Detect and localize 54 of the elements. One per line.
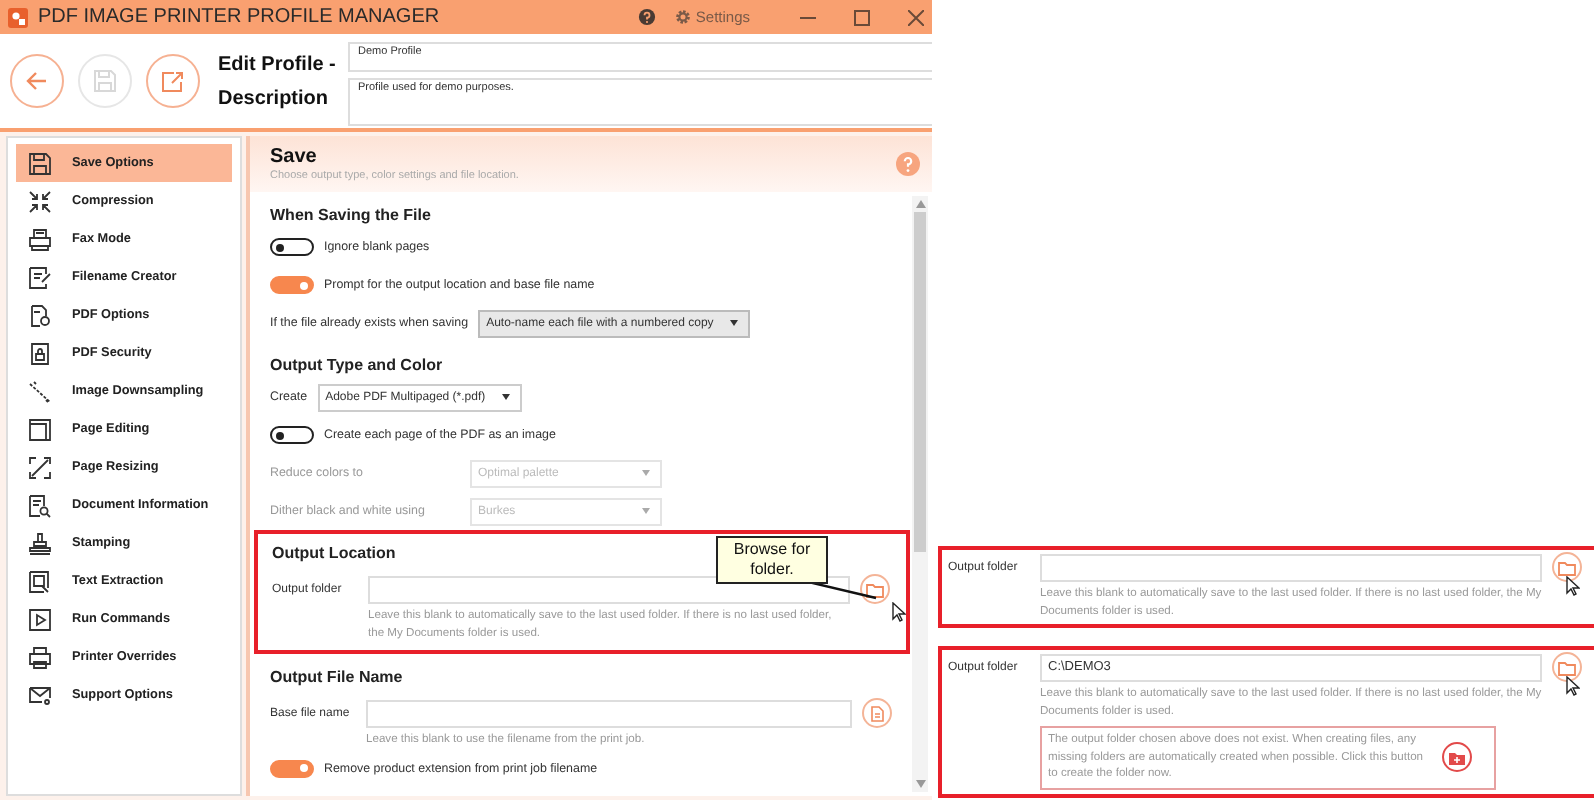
maximize-icon[interactable] — [854, 9, 870, 25]
folder-path-field[interactable] — [1040, 553, 1542, 581]
folder-icon — [1557, 559, 1575, 575]
back-arrow-icon — [24, 68, 50, 94]
play-icon — [28, 607, 52, 631]
toggle-switch[interactable] — [270, 276, 314, 294]
back-arrow-button[interactable] — [10, 54, 64, 108]
printer-icon — [28, 645, 52, 669]
cursor-icon — [892, 602, 906, 622]
caret-icon — [642, 508, 650, 514]
document-pen-icon — [28, 265, 52, 289]
field-label: Description — [218, 87, 331, 109]
tooltip: Browse for folder. — [716, 536, 828, 584]
file-name-field[interactable] — [366, 699, 852, 727]
compress-arrows-icon — [28, 189, 52, 213]
section-title: Output File Name — [270, 666, 403, 690]
caret-icon — [501, 394, 510, 400]
toggle-switch[interactable] — [270, 759, 314, 777]
gear-icon — [673, 8, 692, 26]
resize-arrows-icon — [28, 455, 52, 479]
envelope-icon — [28, 683, 52, 707]
panel-title: Save — [270, 146, 319, 168]
app-logo-icon — [8, 7, 28, 27]
file-button[interactable] — [861, 698, 891, 728]
fax-icon — [28, 227, 52, 251]
cursor-icon — [1566, 576, 1580, 596]
field-label: Edit Profile - — [218, 53, 334, 75]
create-folder-button[interactable] — [1442, 742, 1472, 773]
folder-icon — [865, 581, 883, 597]
caret-icon — [642, 470, 650, 476]
export-icon — [160, 68, 186, 94]
folder-icon — [1557, 659, 1575, 675]
section-title: Output Type and Color — [270, 354, 443, 378]
document-search-icon — [28, 493, 52, 517]
help-icon[interactable] — [637, 8, 656, 26]
scrollbar-thumb[interactable] — [914, 212, 926, 552]
export-button[interactable] — [146, 54, 200, 108]
cursor-icon — [1566, 676, 1580, 696]
scrollbar[interactable] — [912, 196, 928, 792]
toggle-switch[interactable] — [270, 238, 314, 256]
down-arrow-icon — [915, 780, 925, 788]
stamp-icon — [28, 531, 52, 555]
section-title: When Saving the File — [270, 204, 431, 228]
folder-plus-icon — [1448, 749, 1466, 766]
browse-folder-button[interactable] — [859, 574, 889, 604]
close-icon[interactable] — [908, 9, 924, 25]
window-title: PDF IMAGE PRINTER PROFILE MANAGER — [38, 6, 442, 28]
up-arrow-icon — [915, 200, 925, 208]
diagonal-line-icon — [28, 379, 52, 403]
section-title: Output Location — [272, 542, 396, 566]
document-gear-icon — [28, 303, 52, 327]
toggle-switch[interactable] — [270, 426, 314, 444]
caret-icon — [729, 320, 738, 326]
lock-document-icon — [28, 341, 52, 365]
